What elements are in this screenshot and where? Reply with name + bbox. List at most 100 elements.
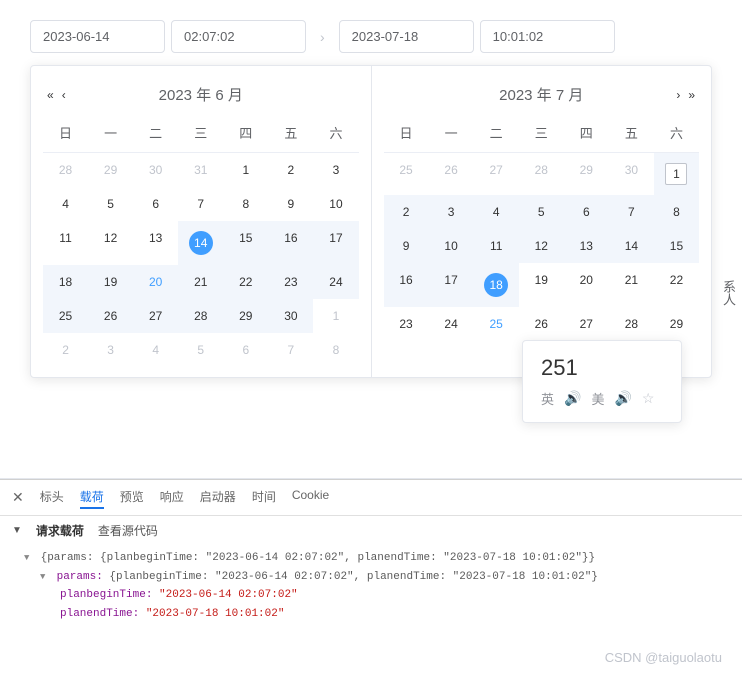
- day-cell[interactable]: 25: [474, 307, 519, 341]
- day-cell[interactable]: 28: [609, 307, 654, 341]
- day-cell[interactable]: 23: [268, 265, 313, 299]
- day-cell[interactable]: 22: [654, 263, 699, 307]
- speaker-icon[interactable]: 🔊: [614, 390, 631, 407]
- day-cell[interactable]: 1: [313, 299, 358, 333]
- day-cell[interactable]: 5: [519, 195, 564, 229]
- end-time-input[interactable]: [480, 20, 615, 53]
- day-cell[interactable]: 28: [43, 153, 88, 187]
- day-cell[interactable]: 28: [519, 153, 564, 195]
- day-cell[interactable]: 20: [564, 263, 609, 307]
- sidebar-contact[interactable]: 系人: [715, 276, 742, 310]
- day-cell[interactable]: 16: [384, 263, 429, 307]
- day-cell[interactable]: 16: [268, 221, 313, 265]
- day-cell[interactable]: 22: [223, 265, 268, 299]
- day-cell[interactable]: 15: [223, 221, 268, 265]
- day-cell[interactable]: 9: [384, 229, 429, 263]
- day-cell[interactable]: 30: [609, 153, 654, 195]
- day-cell[interactable]: 29: [654, 307, 699, 341]
- day-cell[interactable]: 17: [429, 263, 474, 307]
- day-cell[interactable]: 2: [384, 195, 429, 229]
- day-cell[interactable]: 29: [223, 299, 268, 333]
- day-cell[interactable]: 25: [43, 299, 88, 333]
- day-cell[interactable]: 17: [313, 221, 358, 265]
- day-cell[interactable]: 7: [178, 187, 223, 221]
- day-cell[interactable]: 2: [268, 153, 313, 187]
- speaker-icon[interactable]: 🔊: [564, 390, 581, 407]
- day-cell[interactable]: 27: [474, 153, 519, 195]
- day-cell[interactable]: 4: [133, 333, 178, 367]
- day-cell[interactable]: 21: [178, 265, 223, 299]
- day-cell[interactable]: 6: [223, 333, 268, 367]
- expand-icon[interactable]: ▼: [40, 570, 50, 585]
- day-cell[interactable]: 8: [313, 333, 358, 367]
- start-time-input[interactable]: [171, 20, 306, 53]
- day-cell[interactable]: 18: [474, 263, 519, 307]
- devtools-tab[interactable]: 载荷: [80, 486, 104, 509]
- day-cell[interactable]: 29: [88, 153, 133, 187]
- day-cell[interactable]: 12: [519, 229, 564, 263]
- day-cell[interactable]: 24: [313, 265, 358, 299]
- close-icon[interactable]: ✕: [12, 489, 24, 506]
- expand-icon[interactable]: ▼: [24, 551, 34, 566]
- star-icon[interactable]: ☆: [642, 390, 655, 407]
- day-cell[interactable]: 8: [223, 187, 268, 221]
- day-cell[interactable]: 31: [178, 153, 223, 187]
- day-cell[interactable]: 19: [88, 265, 133, 299]
- day-cell[interactable]: 24: [429, 307, 474, 341]
- day-cell[interactable]: 5: [88, 187, 133, 221]
- collapse-arrow-icon[interactable]: ▼: [12, 525, 22, 536]
- devtools-tab[interactable]: 启动器: [200, 486, 236, 509]
- day-cell[interactable]: 2: [43, 333, 88, 367]
- day-cell[interactable]: 4: [474, 195, 519, 229]
- day-cell[interactable]: 9: [268, 187, 313, 221]
- day-cell[interactable]: 12: [88, 221, 133, 265]
- day-cell[interactable]: 26: [519, 307, 564, 341]
- day-cell[interactable]: 26: [429, 153, 474, 195]
- day-cell[interactable]: 1: [654, 153, 699, 195]
- day-cell[interactable]: 25: [384, 153, 429, 195]
- day-cell[interactable]: 6: [133, 187, 178, 221]
- day-cell[interactable]: 3: [88, 333, 133, 367]
- day-cell[interactable]: 18: [43, 265, 88, 299]
- day-cell[interactable]: 15: [654, 229, 699, 263]
- day-cell[interactable]: 27: [133, 299, 178, 333]
- prev-month-button[interactable]: ‹: [58, 88, 70, 102]
- prev-year-button[interactable]: «: [43, 88, 58, 102]
- day-cell[interactable]: 4: [43, 187, 88, 221]
- day-cell[interactable]: 19: [519, 263, 564, 307]
- day-cell[interactable]: 21: [609, 263, 654, 307]
- next-year-button[interactable]: »: [684, 88, 699, 102]
- devtools-tab[interactable]: 响应: [160, 486, 184, 509]
- day-cell[interactable]: 30: [268, 299, 313, 333]
- day-cell[interactable]: 13: [133, 221, 178, 265]
- day-cell[interactable]: 10: [429, 229, 474, 263]
- day-cell[interactable]: 1: [223, 153, 268, 187]
- day-cell[interactable]: 11: [43, 221, 88, 265]
- day-cell[interactable]: 14: [609, 229, 654, 263]
- day-cell[interactable]: 7: [268, 333, 313, 367]
- day-cell[interactable]: 6: [564, 195, 609, 229]
- day-cell[interactable]: 7: [609, 195, 654, 229]
- day-cell[interactable]: 23: [384, 307, 429, 341]
- day-cell[interactable]: 13: [564, 229, 609, 263]
- day-cell[interactable]: 28: [178, 299, 223, 333]
- day-cell[interactable]: 29: [564, 153, 609, 195]
- end-date-input[interactable]: [339, 20, 474, 53]
- devtools-tab[interactable]: 预览: [120, 486, 144, 509]
- devtools-tab[interactable]: 时间: [252, 486, 276, 509]
- start-date-input[interactable]: [30, 20, 165, 53]
- day-cell[interactable]: 5: [178, 333, 223, 367]
- devtools-tab[interactable]: 标头: [40, 486, 64, 509]
- day-cell[interactable]: 3: [429, 195, 474, 229]
- day-cell[interactable]: 11: [474, 229, 519, 263]
- day-cell[interactable]: 27: [564, 307, 609, 341]
- day-cell[interactable]: 10: [313, 187, 358, 221]
- day-cell[interactable]: 14: [178, 221, 223, 265]
- devtools-tab[interactable]: Cookie: [292, 486, 329, 509]
- view-source-link[interactable]: 查看源代码: [98, 522, 158, 539]
- day-cell[interactable]: 30: [133, 153, 178, 187]
- day-cell[interactable]: 3: [313, 153, 358, 187]
- next-month-button[interactable]: ›: [672, 88, 684, 102]
- day-cell[interactable]: 20: [133, 265, 178, 299]
- day-cell[interactable]: 26: [88, 299, 133, 333]
